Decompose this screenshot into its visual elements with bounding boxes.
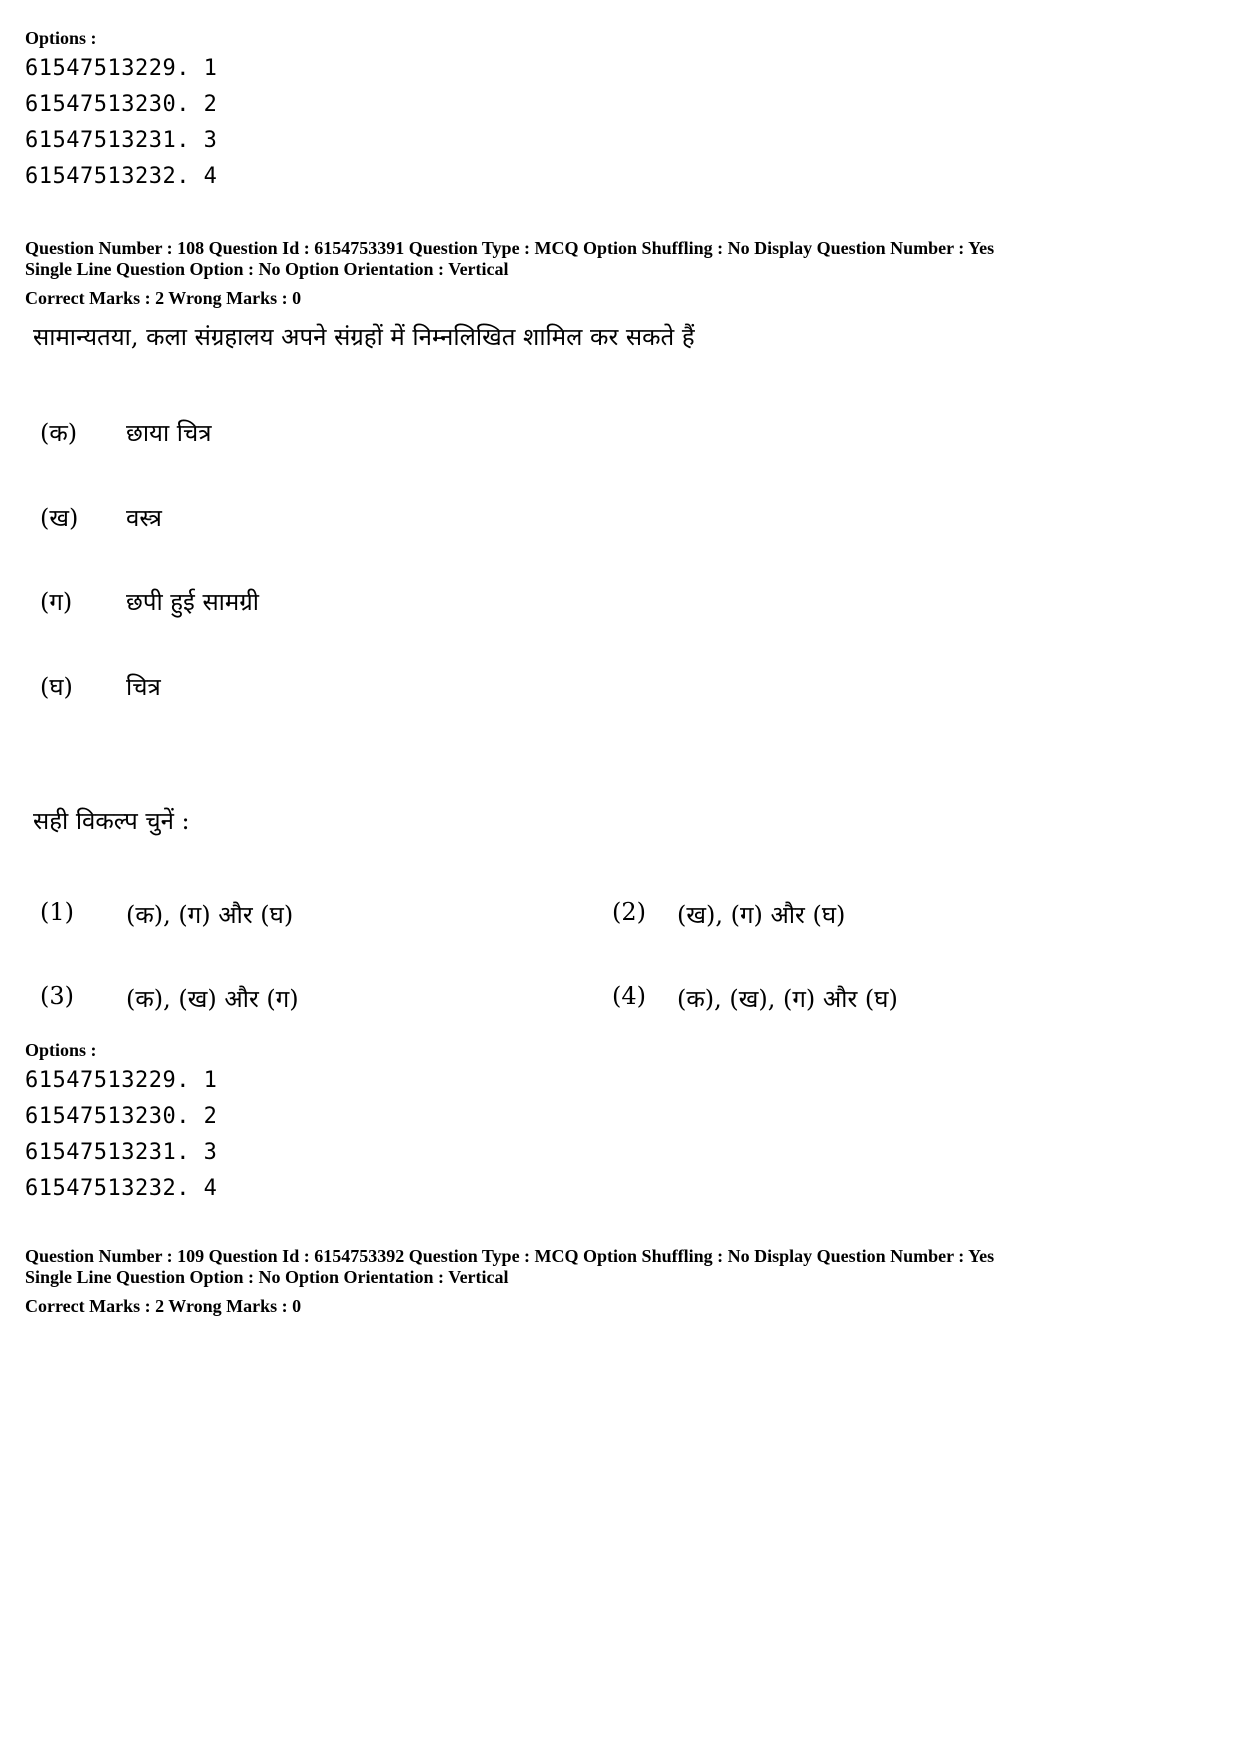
- list-item-label: (घ): [40, 673, 73, 701]
- list-item-text: छपी हुई सामग्री: [126, 588, 260, 616]
- list-item-text: छाया चित्र: [126, 419, 212, 447]
- choice-number: (2): [612, 898, 646, 926]
- question-stem: सामान्यतया, कला संग्रहालय अपने संग्रहों …: [33, 323, 695, 351]
- list-item-label: (ख): [40, 504, 79, 532]
- option-id-4: 61547513232. 4: [25, 164, 218, 189]
- option-id-2: 61547513230. 2: [25, 92, 218, 117]
- option-id-3: 61547513231. 3: [25, 1140, 218, 1165]
- choice-number: (1): [40, 898, 74, 926]
- option-id-1: 61547513229. 1: [25, 1068, 218, 1093]
- question-marks: Correct Marks : 2 Wrong Marks : 0: [25, 288, 302, 308]
- list-item-label: (क): [40, 419, 78, 447]
- options-heading: Options :: [25, 1040, 97, 1060]
- option-id-2: 61547513230. 2: [25, 1104, 218, 1129]
- question-meta-line2: Single Line Question Option : No Option …: [25, 259, 509, 279]
- choice-text: (ख), (ग) और (घ): [677, 901, 846, 929]
- question-meta-line1: Question Number : 108 Question Id : 6154…: [25, 238, 995, 258]
- instruction: सही विकल्प चुनें :: [33, 807, 190, 835]
- choice-number: (4): [612, 982, 646, 1010]
- options-heading: Options :: [25, 28, 97, 48]
- choice-number: (3): [40, 982, 74, 1010]
- choice-text: (क), (ख) और (ग): [126, 985, 299, 1013]
- option-id-3: 61547513231. 3: [25, 128, 218, 153]
- option-id-4: 61547513232. 4: [25, 1176, 218, 1201]
- list-item-text: वस्त्र: [126, 504, 162, 532]
- question-meta-line2: Single Line Question Option : No Option …: [25, 1267, 509, 1287]
- choice-text: (क), (ख), (ग) और (घ): [677, 985, 898, 1013]
- list-item-text: चित्र: [126, 673, 161, 701]
- question-meta-line1: Question Number : 109 Question Id : 6154…: [25, 1246, 995, 1266]
- list-item-label: (ग): [40, 588, 73, 616]
- option-id-1: 61547513229. 1: [25, 56, 218, 81]
- question-marks: Correct Marks : 2 Wrong Marks : 0: [25, 1296, 302, 1316]
- choice-text: (क), (ग) और (घ): [126, 901, 294, 929]
